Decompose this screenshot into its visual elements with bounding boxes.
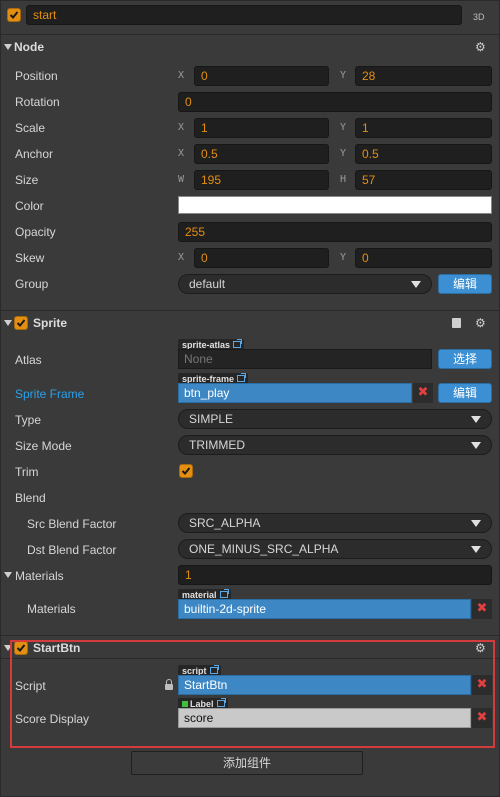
trim-label: Trim [15, 465, 39, 479]
scale-x-axis: X [178, 122, 185, 133]
dropdown-caret-icon [471, 546, 481, 553]
checkmark-icon [9, 11, 19, 19]
materials-count-input[interactable]: 1 [178, 565, 492, 585]
dst-blend-select[interactable]: ONE_MINUS_SRC_ALPHA [178, 539, 492, 559]
external-link-icon[interactable] [233, 339, 243, 348]
type-label: Type [15, 413, 42, 427]
scale-y-axis: Y [340, 122, 347, 133]
anchor-x-axis: X [178, 148, 185, 159]
sprite-frame-edit-button[interactable]: 编辑 [438, 383, 492, 403]
material-remove-icon[interactable]: ✖ [472, 599, 492, 619]
collapse-triangle-icon[interactable] [4, 572, 12, 578]
atlas-select-button[interactable]: 选择 [438, 349, 492, 369]
group-label: Group [15, 277, 49, 291]
skew-x-axis: X [178, 252, 185, 263]
dropdown-caret-icon [471, 416, 481, 423]
size-w-axis: W [178, 174, 185, 185]
size-mode-label: Size Mode [15, 439, 72, 453]
size-w-input[interactable]: 195 [194, 170, 329, 190]
skew-y-axis: Y [340, 252, 347, 263]
collapse-triangle-icon[interactable] [4, 44, 12, 50]
highlight-box [10, 640, 495, 748]
checkmark-icon [181, 467, 191, 475]
dropdown-caret-icon [411, 281, 421, 288]
node-active-checkbox[interactable] [7, 8, 21, 22]
skew-label: Skew [15, 251, 45, 265]
opacity-input[interactable]: 255 [178, 222, 492, 242]
color-swatch[interactable] [178, 196, 492, 214]
atlas-asset-field[interactable]: None [178, 349, 432, 369]
sprite-enabled-checkbox[interactable] [14, 316, 28, 330]
scale-x-input[interactable]: 1 [194, 118, 329, 138]
sprite-section-title: Sprite [33, 316, 68, 330]
position-y-axis: Y [340, 70, 347, 81]
anchor-x-input[interactable]: 0.5 [194, 144, 329, 164]
sprite-frame-asset-field[interactable]: btn_play [178, 383, 412, 403]
sprite-frame-remove-icon[interactable]: ✖ [413, 383, 433, 403]
trim-checkbox[interactable] [179, 464, 193, 478]
color-label: Color [15, 199, 44, 213]
collapse-triangle-icon[interactable] [4, 320, 12, 326]
dropdown-caret-icon [471, 520, 481, 527]
gear-icon[interactable]: ⚙ [475, 317, 486, 329]
materials-item-label: Materials [27, 602, 76, 616]
size-mode-select-value: TRIMMED [189, 438, 245, 452]
material-asset-field[interactable]: builtin-2d-sprite [178, 599, 471, 619]
scale-label: Scale [15, 121, 46, 135]
dst-blend-label: Dst Blend Factor [27, 543, 117, 557]
node-section-header[interactable]: Node ⚙ [0, 34, 500, 58]
rotation-label: Rotation [15, 95, 60, 109]
anchor-y-input[interactable]: 0.5 [355, 144, 492, 164]
anchor-y-axis: Y [340, 148, 347, 159]
src-blend-label: Src Blend Factor [27, 517, 117, 531]
external-link-icon[interactable] [219, 589, 229, 598]
sprite-section-header[interactable]: Sprite ⚙ [0, 310, 500, 334]
book-icon[interactable] [452, 318, 461, 328]
src-blend-select[interactable]: SRC_ALPHA [178, 513, 492, 533]
skew-y-input[interactable]: 0 [355, 248, 492, 268]
src-blend-select-value: SRC_ALPHA [189, 516, 261, 530]
add-component-button[interactable]: 添加组件 [131, 751, 363, 775]
position-label: Position [15, 69, 58, 83]
node-name-input[interactable]: start [26, 5, 462, 25]
scale-y-input[interactable]: 1 [355, 118, 492, 138]
sprite-frame-label[interactable]: Sprite Frame [15, 386, 84, 402]
position-x-input[interactable]: 0 [194, 66, 329, 86]
type-select[interactable]: SIMPLE [178, 409, 492, 429]
dst-blend-select-value: ONE_MINUS_SRC_ALPHA [189, 542, 339, 556]
opacity-label: Opacity [15, 225, 56, 239]
size-label: Size [15, 173, 39, 187]
size-h-axis: H [340, 174, 347, 185]
position-y-input[interactable]: 28 [355, 66, 492, 86]
gear-icon[interactable]: ⚙ [475, 41, 486, 53]
node-section-title: Node [14, 40, 44, 54]
type-select-value: SIMPLE [189, 412, 234, 426]
skew-x-input[interactable]: 0 [194, 248, 329, 268]
group-select[interactable]: default [178, 274, 432, 294]
rotation-input[interactable]: 0 [178, 92, 492, 112]
checkmark-icon [16, 319, 26, 327]
size-mode-select[interactable]: TRIMMED [178, 435, 492, 455]
anchor-label: Anchor [15, 147, 54, 161]
atlas-label: Atlas [15, 353, 42, 367]
external-link-icon[interactable] [237, 373, 247, 382]
materials-label: Materials [15, 569, 64, 583]
group-edit-button[interactable]: 编辑 [438, 274, 492, 294]
mode-3d-toggle[interactable]: 3D [473, 9, 485, 25]
group-select-value: default [189, 277, 226, 291]
blend-label: Blend [15, 491, 46, 505]
size-h-input[interactable]: 57 [355, 170, 492, 190]
dropdown-caret-icon [471, 442, 481, 449]
position-x-axis: X [178, 70, 185, 81]
